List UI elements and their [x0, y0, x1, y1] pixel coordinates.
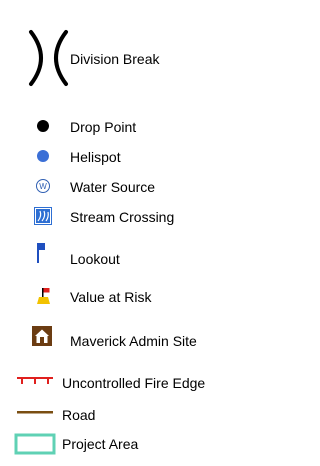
black-dot-icon: [37, 120, 49, 132]
red-hatched-line-icon: [17, 377, 53, 384]
brown-line-icon: [17, 411, 53, 414]
legend-item-uncontrolled-fire-edge: Uncontrolled Fire Edge: [0, 372, 254, 398]
value-at-risk-icon: [37, 288, 50, 304]
legend-label-uncontrolled-fire-edge: Uncontrolled Fire Edge: [62, 375, 206, 391]
legend-label-water-source: Water Source: [70, 179, 156, 195]
legend-label-drop-point: Drop Point: [70, 119, 137, 135]
blue-dot-icon: [37, 150, 49, 162]
legend-label-maverick-admin-site: Maverick Admin Site: [70, 333, 197, 349]
legend-label-project-area: Project Area: [62, 436, 139, 452]
admin-building-icon: [32, 326, 52, 346]
legend-item-project-area: Project Area: [0, 432, 254, 458]
circled-w-icon: W: [36, 179, 50, 193]
division-break-icon: [29, 30, 68, 86]
legend-item-helispot: Helispot: [0, 145, 254, 171]
legend-item-road: Road: [0, 404, 254, 430]
legend-item-stream-crossing: Stream Crossing: [0, 205, 254, 231]
teal-rectangle-icon: [14, 433, 56, 455]
svg-text:W: W: [39, 182, 47, 191]
legend-label-lookout: Lookout: [70, 251, 120, 267]
legend-label-road: Road: [62, 407, 96, 423]
legend-label-division-break: Division Break: [70, 51, 160, 67]
legend-item-water-source: W Water Source: [0, 175, 254, 201]
legend-item-lookout: Lookout: [0, 243, 254, 270]
legend-item-drop-point: Drop Point: [0, 115, 254, 141]
legend-item-value-at-risk: Value at Risk: [0, 285, 254, 311]
stream-crossing-icon: [34, 207, 52, 225]
blue-flag-icon: [37, 243, 45, 263]
legend-item-maverick-admin-site: Maverick Admin Site: [0, 326, 254, 354]
legend-label-stream-crossing: Stream Crossing: [70, 209, 175, 225]
legend-label-helispot: Helispot: [70, 149, 121, 165]
legend-item-division-break: Division Break: [0, 28, 254, 88]
legend-label-value-at-risk: Value at Risk: [70, 289, 152, 305]
